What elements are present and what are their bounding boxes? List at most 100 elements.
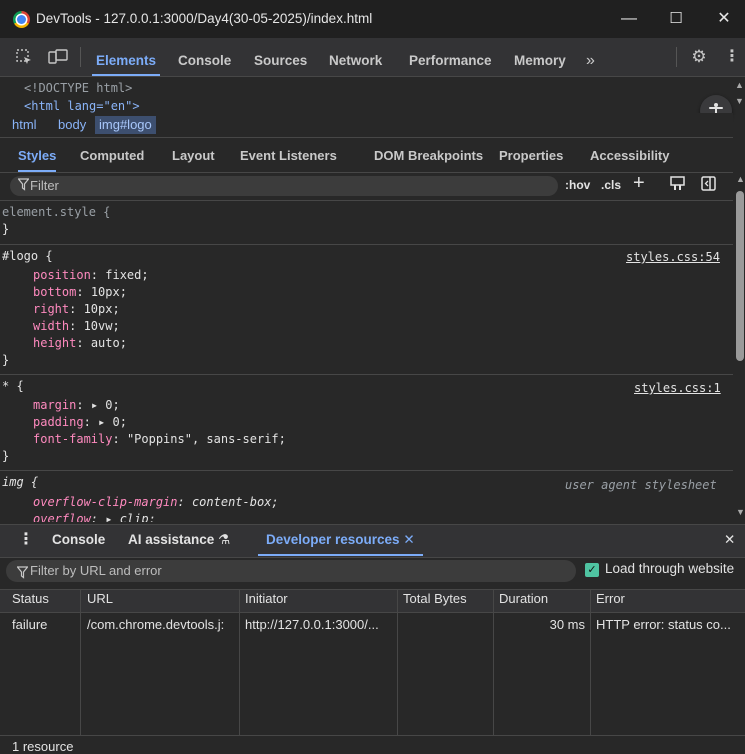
drawer-menu-icon[interactable]: ⋮ bbox=[18, 524, 34, 556]
tab-event-listeners[interactable]: Event Listeners bbox=[240, 138, 337, 172]
prop-value: 10vw; bbox=[83, 319, 120, 333]
minimize-button[interactable]: — bbox=[614, 8, 644, 30]
drawer-tab-developer-resources[interactable]: Developer resources ✕ bbox=[258, 524, 423, 556]
tab-network[interactable]: Network bbox=[329, 38, 382, 76]
logo-prop-line[interactable]: position: fixed; bbox=[33, 268, 149, 282]
styles-scroll-up-icon[interactable]: ▲ bbox=[736, 174, 745, 184]
tab-layout[interactable]: Layout bbox=[172, 138, 215, 172]
column-initiator[interactable]: Initiator bbox=[245, 591, 288, 606]
styles-filter-placeholder: Filter bbox=[30, 178, 59, 193]
element-style-close: } bbox=[2, 222, 10, 236]
universal-prop-line[interactable]: font-family: "Poppins", sans-serif; bbox=[33, 432, 286, 446]
rendering-emulation-icon[interactable] bbox=[670, 176, 685, 194]
logo-rule-selector[interactable]: #logo { bbox=[2, 249, 53, 263]
maximize-button[interactable]: ☐ bbox=[661, 8, 691, 30]
column-divider bbox=[590, 589, 591, 735]
row-status[interactable]: failure bbox=[12, 617, 47, 632]
prop-name: position bbox=[33, 268, 91, 282]
new-style-rule-icon[interactable]: + bbox=[633, 172, 645, 195]
img-prop-line[interactable]: overflow-clip-margin: content-box; bbox=[33, 495, 279, 509]
column-status[interactable]: Status bbox=[12, 591, 49, 606]
universal-rule-source-link[interactable]: styles.css:1 bbox=[634, 381, 721, 395]
column-divider bbox=[80, 589, 81, 735]
prop-name: padding bbox=[33, 415, 84, 429]
hov-toggle[interactable]: :hov bbox=[565, 178, 590, 192]
prop-name: margin bbox=[33, 398, 77, 412]
element-style-selector[interactable]: element.style { bbox=[2, 205, 110, 219]
universal-prop-line[interactable]: margin: ▸ 0; bbox=[33, 398, 120, 412]
load-through-website-checkbox[interactable]: ✓ bbox=[585, 563, 599, 577]
column-duration[interactable]: Duration bbox=[499, 591, 548, 606]
universal-prop-line[interactable]: padding: ▸ 0; bbox=[33, 415, 127, 429]
logo-prop-line[interactable]: bottom: 10px; bbox=[33, 285, 127, 299]
drawer-tab-ai-assistance[interactable]: AI assistance ⚗ bbox=[128, 524, 230, 556]
tab-styles[interactable]: Styles bbox=[18, 138, 57, 172]
row-initiator[interactable]: http://127.0.0.1:3000/... bbox=[245, 617, 395, 632]
styles-filter-input[interactable] bbox=[10, 176, 558, 196]
logo-prop-line[interactable]: height: auto; bbox=[33, 336, 127, 350]
tab-computed[interactable]: Computed bbox=[80, 138, 144, 172]
column-url[interactable]: URL bbox=[87, 591, 113, 606]
tab-dom-breakpoints[interactable]: DOM Breakpoints bbox=[374, 138, 483, 172]
prop-name: height bbox=[33, 336, 77, 350]
prop-value: ▸ clip; bbox=[105, 512, 156, 522]
dom-html-node[interactable]: <html lang="en"> bbox=[24, 99, 140, 113]
prop-name: right bbox=[33, 302, 70, 316]
filter-funnel-icon bbox=[17, 178, 30, 194]
drawer-tab-console[interactable]: Console bbox=[52, 524, 105, 556]
inspect-element-icon[interactable] bbox=[14, 48, 34, 66]
prop-value: ▸ 0; bbox=[90, 398, 120, 412]
prop-name: width bbox=[33, 319, 70, 333]
dom-tree-panel: <!DOCTYPE html> <html lang="en"> bbox=[0, 77, 733, 113]
flask-icon: ⚗ bbox=[218, 532, 231, 547]
column-error[interactable]: Error bbox=[596, 591, 625, 606]
more-options-icon[interactable]: ⋮ bbox=[722, 48, 742, 66]
logo-rule-source-link[interactable]: styles.css:54 bbox=[626, 250, 720, 264]
row-error[interactable]: HTTP error: status co... bbox=[596, 617, 742, 632]
styles-scroll-down-icon[interactable]: ▼ bbox=[736, 507, 745, 517]
breadcrumb-html[interactable]: html bbox=[12, 116, 37, 134]
img-prop-line[interactable]: overflow: ▸ clip; bbox=[33, 512, 156, 522]
tab-accessibility[interactable]: Accessibility bbox=[590, 138, 670, 172]
more-tabs-button[interactable]: » bbox=[586, 38, 595, 76]
dom-doctype[interactable]: <!DOCTYPE html> bbox=[24, 81, 132, 95]
tab-elements[interactable]: Elements bbox=[92, 38, 161, 76]
breadcrumb-img-logo[interactable]: img#logo bbox=[95, 116, 156, 134]
tab-sources[interactable]: Sources bbox=[254, 38, 307, 76]
prop-name: overflow-clip-margin bbox=[33, 495, 178, 509]
tab-performance[interactable]: Performance bbox=[409, 38, 492, 76]
logo-prop-line[interactable]: width: 10vw; bbox=[33, 319, 120, 333]
window-title: DevTools - 127.0.0.1:3000/Day4(30-05-202… bbox=[36, 11, 373, 26]
breadcrumb-body[interactable]: body bbox=[58, 116, 86, 134]
devres-filter-placeholder: Filter by URL and error bbox=[30, 563, 162, 578]
universal-rule-close: } bbox=[2, 449, 10, 463]
logo-prop-line[interactable]: right: 10px; bbox=[33, 302, 120, 316]
prop-name: bottom bbox=[33, 285, 77, 299]
tab-memory[interactable]: Memory bbox=[514, 38, 566, 76]
close-window-button[interactable]: ✕ bbox=[709, 8, 739, 30]
dom-scroll-down-icon[interactable]: ▼ bbox=[735, 96, 744, 106]
rule-divider bbox=[0, 470, 733, 471]
dom-scroll-up-icon[interactable]: ▲ bbox=[735, 80, 744, 90]
settings-gear-icon[interactable]: ⚙ bbox=[689, 48, 709, 66]
close-drawer-button[interactable]: ✕ bbox=[724, 524, 735, 556]
row-url[interactable]: /com.chrome.devtools.j: bbox=[87, 617, 237, 632]
tab-console[interactable]: Console bbox=[178, 38, 231, 76]
load-through-website-label: Load through website bbox=[605, 561, 735, 576]
styles-scrollbar-thumb[interactable] bbox=[736, 191, 744, 361]
prop-name: font-family bbox=[33, 432, 113, 446]
rule-divider bbox=[0, 200, 733, 201]
column-total-bytes[interactable]: Total Bytes bbox=[403, 591, 467, 606]
img-rule-selector[interactable]: img { bbox=[2, 475, 38, 489]
prop-value: content-box; bbox=[191, 495, 279, 509]
tab-properties[interactable]: Properties bbox=[499, 138, 563, 172]
close-tab-icon[interactable]: ✕ bbox=[403, 532, 414, 547]
cls-toggle[interactable]: .cls bbox=[601, 178, 621, 192]
universal-rule-selector[interactable]: * { bbox=[2, 379, 24, 393]
prop-value: auto; bbox=[90, 336, 127, 350]
toggle-sidebar-icon[interactable] bbox=[701, 176, 716, 194]
rule-divider bbox=[0, 244, 733, 245]
img-rule-source: user agent stylesheet bbox=[565, 478, 717, 492]
device-toolbar-icon[interactable] bbox=[48, 48, 68, 66]
drawer-tab-label: Developer resources bbox=[266, 532, 400, 547]
